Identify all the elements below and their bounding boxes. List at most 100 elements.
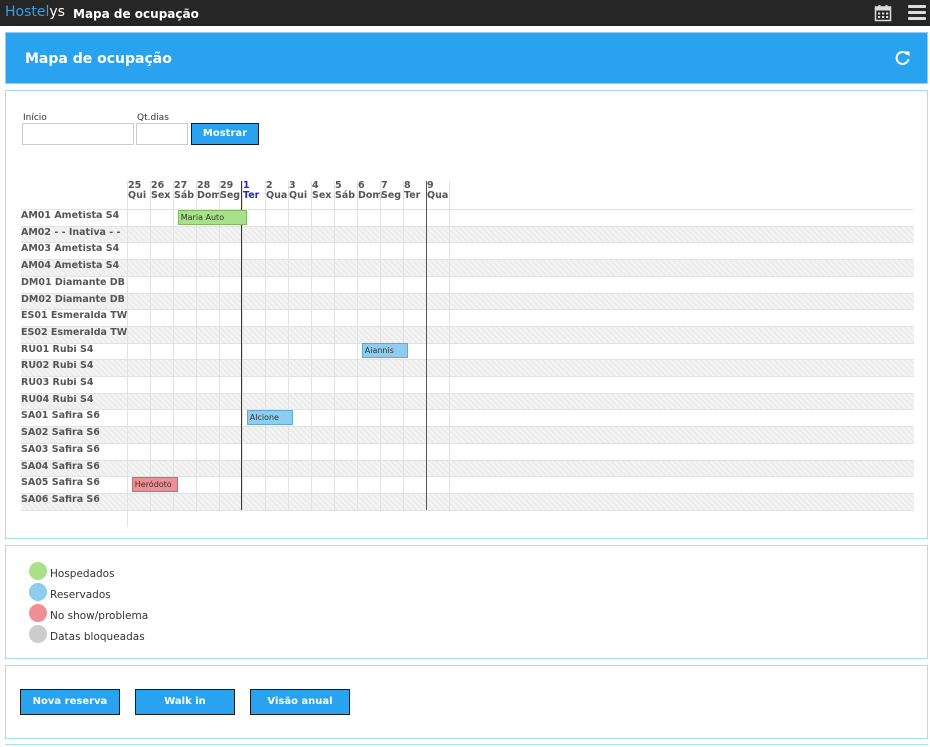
row-divider [21,509,914,511]
column-divider [288,181,289,510]
booking-bar[interactable]: Heródoto [131,476,178,492]
row-divider [21,259,914,261]
room-row[interactable] [127,309,914,326]
room-label: DM01 Diamante DB [21,277,125,288]
column-divider [150,181,151,510]
column-divider [127,181,128,527]
room-label: SA01 Safira S6 [21,411,100,422]
legend-label: Reservados [50,589,111,601]
booking-bar[interactable]: Maria Auto [177,209,247,225]
booking-bar[interactable]: Aiannis [361,343,408,359]
room-label: RU04 Rubi S4 [21,394,94,405]
row-divider [21,225,914,227]
column-divider [196,181,197,510]
room-label: ES02 Esmeralda TW [21,327,127,338]
row-divider [21,242,914,244]
annual-view-button[interactable]: Visão anual [250,689,350,715]
row-divider [21,392,914,394]
room-row[interactable] [127,476,914,493]
room-row[interactable] [127,292,914,310]
calendar-icon[interactable] [874,4,892,22]
refresh-icon[interactable] [895,50,911,66]
room-row[interactable] [127,392,914,410]
day-column-header: 28 Dom [197,181,221,201]
day-column-header: 2 Qua [266,181,287,201]
room-label: SA03 Safira S6 [21,444,100,455]
room-row[interactable] [127,492,914,510]
inicio-input[interactable] [22,123,134,145]
qtdias-input[interactable] [136,123,188,145]
day-of-week: Ter [404,190,421,201]
row-divider [21,492,914,494]
room-row[interactable] [127,442,914,460]
room-row[interactable] [127,376,914,393]
room-row[interactable] [127,409,914,427]
page-header: Mapa de ocupação [5,32,928,84]
day-column-header: 7 Seg [381,181,401,201]
room-label: AM01 Ametista S4 [21,211,120,221]
row-divider [21,325,914,327]
row-divider [21,376,914,377]
room-label: DM02 Diamante DB [21,294,125,305]
room-label: SA02 Safira S6 [21,428,100,439]
room-row[interactable] [127,459,914,477]
column-divider [219,181,220,510]
brand-logo[interactable]: Hostelys [5,4,65,20]
day-of-week: Dom [358,190,383,201]
hamburger-menu-icon[interactable] [908,5,926,21]
day-of-week: Qui [128,190,147,201]
day-of-week: Qua [427,190,449,201]
column-divider [242,181,243,510]
row-divider [21,275,914,277]
day-of-week: Sáb [174,190,195,201]
day-column-header: 5 Sáb [335,181,355,201]
room-label: RU03 Rubi S4 [21,378,94,388]
day-column-header: 8 Ter [404,181,420,201]
legend-label: Datas bloqueadas [50,631,145,643]
room-row[interactable] [127,426,914,443]
row-divider [21,292,914,294]
day-column-header: 26 Sex [151,181,170,201]
day-column-header: 29 Seg [220,181,240,201]
row-divider [21,409,914,411]
occupancy-map-panel: Início Qt.dias Mostrar 25 Qui 26 Sex 27 Sáb 28… [5,90,928,539]
row-divider [21,426,914,428]
legend-panel: Hospedados Reservados No show/problema Data… [5,545,928,659]
column-divider [357,181,358,510]
column-divider [449,181,450,510]
legend-dot [29,583,47,601]
room-label: AM04 Ametista S4 [21,261,120,272]
legend-dot [29,625,47,643]
row-divider [21,209,914,210]
show-button[interactable]: Mostrar [191,123,259,145]
room-label: RU02 Rubi S4 [21,361,94,372]
day-of-week: Qui [289,190,308,201]
booking-bar[interactable]: Alcione [246,409,293,425]
room-row[interactable] [127,225,914,243]
new-reservation-button[interactable]: Nova reserva [20,689,120,715]
walk-in-button[interactable]: Walk in [135,689,235,715]
room-row[interactable] [127,359,914,376]
brand-text-a: Hostel [5,4,50,20]
room-label: ES01 Esmeralda TW [21,311,127,322]
room-label: SA05 Safira S6 [21,478,100,489]
column-divider [265,181,266,510]
room-row[interactable] [127,325,914,343]
day-column-header: 9 Qua [427,181,448,201]
room-row[interactable] [127,242,914,260]
room-label: RU01 Rubi S4 [21,344,94,355]
actions-panel: Nova reserva Walk in Visão anual [5,665,928,739]
room-label: SA06 Safira S6 [21,494,100,505]
room-label: AM02 - - Inativa - - [21,227,121,238]
qtdias-label: Qt.dias [137,113,169,123]
column-divider [173,181,174,510]
row-divider [21,359,914,361]
room-row[interactable] [127,259,914,276]
room-row[interactable] [127,275,914,293]
column-divider [311,181,312,510]
column-divider [426,181,427,510]
column-divider [334,181,335,510]
room-row[interactable] [127,342,914,360]
day-column-header: 27 Sáb [174,181,194,201]
row-divider [21,342,914,344]
